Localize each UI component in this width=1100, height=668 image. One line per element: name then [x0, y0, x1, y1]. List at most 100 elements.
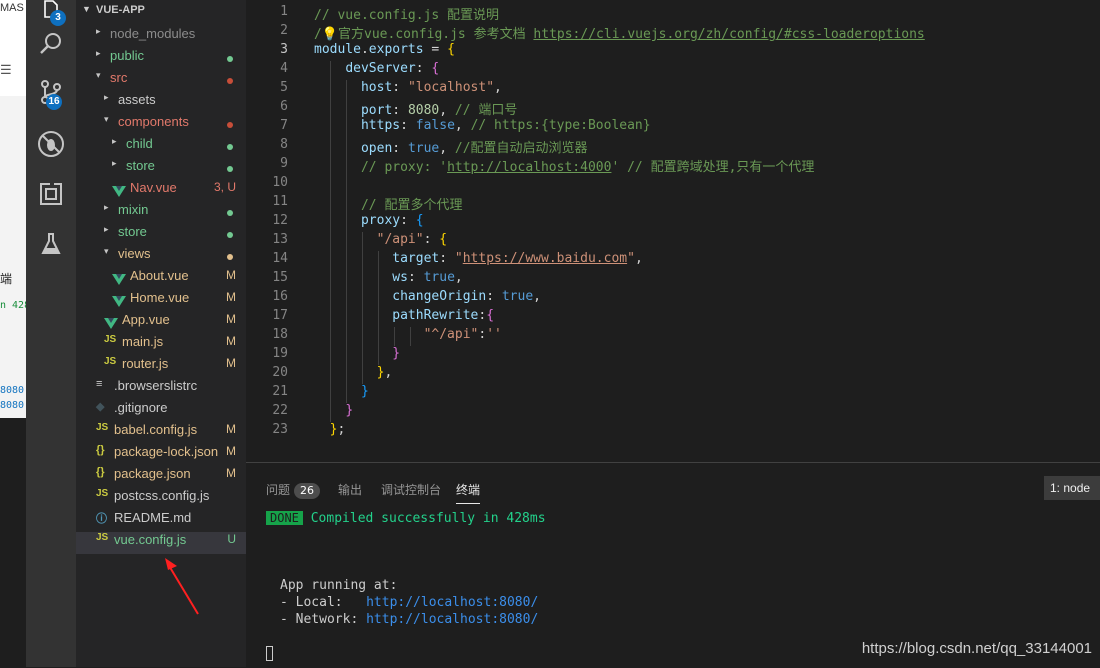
tree-item[interactable]: {} package-lock.json M: [76, 444, 246, 466]
tree-item-label: Nav.vue: [130, 180, 177, 195]
tree-item-label: assets: [118, 92, 156, 107]
tree-item[interactable]: JS postcss.config.js: [76, 488, 246, 510]
bottom-panel: 问题 26 输出 调试控制台 终端 1: node DONE Compiled s…: [246, 462, 1100, 668]
tree-item-label: App.vue: [122, 312, 170, 327]
code-line: 11 // 配置多个代理: [272, 194, 463, 213]
tree-item[interactable]: ▾ components: [76, 114, 246, 136]
tree-item[interactable]: Home.vue M: [76, 290, 246, 312]
scm-badge: 16: [46, 94, 62, 110]
git-status-label: M: [226, 444, 236, 458]
test-flask-icon[interactable]: [26, 224, 76, 264]
vue-file-icon: [112, 186, 126, 197]
tab-debug-console[interactable]: 调试控制台: [381, 481, 441, 498]
tree-item-label: node_modules: [110, 26, 196, 41]
tree-item[interactable]: ▾ src: [76, 70, 246, 92]
tree-item[interactable]: JS router.js M: [76, 356, 246, 378]
problems-count-badge: 26: [294, 483, 321, 499]
watermark: https://blog.csdn.net/qq_33144001: [861, 640, 1092, 657]
tree-item[interactable]: ▸ public: [76, 48, 246, 70]
tree-item[interactable]: ▸ store: [76, 158, 246, 180]
code-line: 21 }: [272, 384, 369, 399]
tab-problems[interactable]: 问题 26: [266, 481, 321, 499]
local-url-link[interactable]: http://localhost:8080/: [366, 595, 538, 610]
tree-item[interactable]: ▸ assets: [76, 92, 246, 114]
git-status-dot: [227, 122, 233, 128]
vue-file-icon: [104, 318, 118, 329]
code-line: 18 "^/api":'': [272, 327, 502, 342]
code-line: 5 host: "localhost",: [280, 80, 502, 95]
docs-link[interactable]: https://cli.vuejs.org/zh/config/#css-loa…: [533, 27, 924, 42]
debug-icon[interactable]: [26, 124, 76, 164]
explorer-section-header[interactable]: ▼ VUE-APP: [76, 4, 246, 26]
tree-item-label: Home.vue: [130, 290, 190, 305]
workspace-title: VUE-APP: [96, 4, 145, 16]
code-line: 23 };: [272, 422, 346, 437]
git-status-label: M: [226, 290, 236, 304]
chevron-down-icon: ▾: [104, 114, 109, 124]
tree-item-label: package-lock.json: [114, 444, 219, 459]
code-line: 17 pathRewrite:{: [272, 308, 495, 323]
background-window-strip: MAS ☰ 端 n 428 8080, 8080: [0, 0, 26, 667]
tree-item-label: store: [126, 158, 155, 173]
annotation-arrow-icon: [165, 558, 199, 615]
git-status-label: 3, U: [213, 180, 236, 194]
git-status-dot: [227, 166, 233, 172]
tree-item[interactable]: ▸ store: [76, 224, 246, 246]
tree-item[interactable]: About.vue M: [76, 268, 246, 290]
tree-item[interactable]: {} package.json M: [76, 466, 246, 488]
tree-item[interactable]: ▸ node_modules: [76, 26, 246, 48]
indent-guide: [378, 251, 379, 365]
tree-item-label: About.vue: [130, 268, 189, 283]
tab-terminal[interactable]: 终端: [456, 481, 481, 504]
git-status-dot: [227, 78, 233, 84]
git-status-label: U: [227, 532, 236, 546]
chevron-right-icon: ▸: [104, 202, 109, 212]
background-window-text: MAS: [0, 2, 24, 14]
tree-item[interactable]: App.vue M: [76, 312, 246, 334]
terminal-select[interactable]: 1: node: [1044, 476, 1100, 500]
code-line: 16 changeOrigin: true,: [272, 289, 541, 304]
git-status-label: M: [226, 312, 236, 326]
tree-item-label: src: [110, 70, 128, 85]
tree-item[interactable]: ▸ mixin: [76, 202, 246, 224]
terminal-line: - Network: http://localhost:8080/: [280, 612, 539, 627]
tree-item[interactable]: ≡ .browserslistrc: [76, 378, 246, 400]
search-icon[interactable]: [26, 24, 76, 64]
code-line: 8 open: true, //配置自动启动浏览器: [280, 137, 588, 156]
tree-item[interactable]: ▸ child: [76, 136, 246, 158]
tree-item[interactable]: ⓘ README.md: [76, 510, 246, 532]
tree-item-label: vue.config.js: [114, 532, 187, 547]
git-status-label: M: [226, 268, 236, 282]
tree-item[interactable]: JS babel.config.js M: [76, 422, 246, 444]
extensions-icon[interactable]: [26, 174, 76, 214]
tree-item[interactable]: Nav.vue 3, U: [76, 180, 246, 202]
tree-item[interactable]: JS vue.config.js U: [76, 532, 246, 554]
js-file-icon: JS: [96, 488, 109, 499]
indent-guide: [410, 327, 411, 346]
source-control-icon[interactable]: 16: [26, 72, 76, 112]
code-editor[interactable]: 1// vue.config.js 配置说明 2/💡官方vue.config.j…: [246, 0, 1100, 462]
lightbulb-icon[interactable]: 💡: [322, 27, 338, 42]
code-line: 6 port: 8080, // 端口号: [280, 99, 518, 118]
git-status-label: M: [226, 422, 236, 436]
background-window-text: n 428: [0, 300, 26, 311]
tree-item-label: package.json: [114, 466, 191, 481]
tree-item-label: postcss.config.js: [114, 488, 210, 503]
tree-item[interactable]: JS main.js M: [76, 334, 246, 356]
info-file-icon: ⓘ: [96, 513, 107, 525]
code-line: 9 // proxy: 'http://localhost:4000' // 配…: [280, 156, 815, 175]
tab-output[interactable]: 输出: [338, 481, 362, 498]
js-file-icon: JS: [96, 422, 109, 433]
tree-item-label: store: [118, 224, 147, 239]
indent-guide: [394, 327, 395, 346]
chevron-down-icon: ▾: [104, 246, 109, 256]
git-status-dot: [227, 56, 233, 62]
tree-item[interactable]: ◆ .gitignore: [76, 400, 246, 422]
code-line: 15 ws: true,: [272, 270, 463, 285]
network-url-link[interactable]: http://localhost:8080/: [366, 612, 538, 627]
chevron-right-icon: ▸: [104, 92, 109, 102]
background-window-menu-icon: ☰: [0, 62, 12, 77]
tree-item[interactable]: ▾ views: [76, 246, 246, 268]
code-line: 19 }: [272, 346, 401, 361]
background-window-text: 端: [0, 272, 13, 286]
